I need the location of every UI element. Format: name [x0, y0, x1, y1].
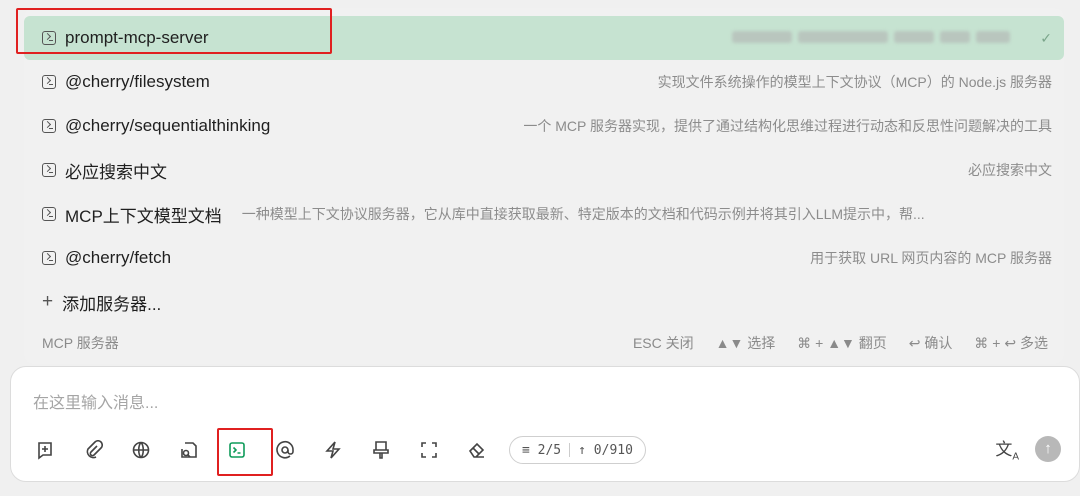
hint-select: ▲▼ 选择 [715, 335, 776, 351]
add-server-button[interactable]: + 添加服务器... [24, 280, 1064, 324]
web-search-icon[interactable] [123, 434, 159, 466]
mcp-item-filesystem[interactable]: @cherry/filesystem 实现文件系统操作的模型上下文协议（MCP）… [24, 60, 1064, 104]
terminal-icon [42, 207, 56, 221]
message-input-panel: 在这里输入消息... ≡ 2/5 ↑ 0/910 文A ↑ [10, 366, 1080, 482]
mcp-item-desc: 用于获取 URL 网页内容的 MCP 服务器 [810, 250, 1052, 266]
knowledge-base-icon[interactable] [171, 434, 207, 466]
mcp-item-context-docs[interactable]: MCP上下文模型文档 一种模型上下文协议服务器，它从库中直接获取最新、特定版本的… [24, 192, 1064, 236]
quick-phrase-icon[interactable] [315, 434, 351, 466]
new-topic-icon[interactable] [27, 434, 63, 466]
mcp-item-bing-search[interactable]: 必应搜索中文 必应搜索中文 [24, 148, 1064, 192]
translate-icon[interactable]: 文A [995, 435, 1019, 462]
mcp-item-prompt-mcp-server[interactable]: prompt-mcp-server ✓ [24, 16, 1064, 60]
terminal-icon [42, 163, 56, 177]
mcp-item-desc: 一个 MCP 服务器实现，提供了通过结构化思维过程进行动态和反思性问题解决的工具 [523, 118, 1052, 134]
mcp-item-desc: 必应搜索中文 [968, 162, 1052, 178]
attachment-icon[interactable] [75, 434, 111, 466]
mcp-server-icon[interactable] [219, 434, 255, 466]
mcp-item-name: prompt-mcp-server [65, 28, 209, 47]
mention-icon[interactable] [267, 434, 303, 466]
expand-icon[interactable] [411, 434, 447, 466]
mcp-item-name: @cherry/sequentialthinking [65, 116, 271, 135]
check-icon: ✓ [1040, 29, 1052, 46]
blurred-description [732, 31, 1032, 45]
terminal-icon [42, 75, 56, 89]
token-count: 0/910 [593, 442, 633, 458]
token-counter[interactable]: ≡ 2/5 ↑ 0/910 [509, 436, 646, 464]
hint-confirm: ↩ 确认 [908, 335, 953, 351]
mcp-item-name: MCP上下文模型文档 [65, 206, 222, 226]
popup-footer: MCP 服务器 ESC 关闭 ▲▼ 选择 ⌘ + ▲▼ 翻页 ↩ 确认 ⌘ + … [24, 324, 1064, 362]
mcp-item-name: @cherry/fetch [65, 248, 172, 267]
eraser-icon[interactable] [459, 434, 495, 466]
mcp-server-popup: prompt-mcp-server ✓ @cherry/filesystem 实… [24, 8, 1064, 364]
mcp-item-fetch[interactable]: @cherry/fetch 用于获取 URL 网页内容的 MCP 服务器 [24, 236, 1064, 280]
input-toolbar: ≡ 2/5 ↑ 0/910 [27, 433, 646, 467]
send-icon[interactable]: ↑ [1035, 435, 1061, 462]
mcp-item-desc: 一种模型上下文协议服务器，它从库中直接获取最新、特定版本的文档和代码示例并将其引… [241, 206, 925, 222]
keyboard-hints: ESC 关闭 ▲▼ 选择 ⌘ + ▲▼ 翻页 ↩ 确认 ⌘ + ↩ 多选 [633, 333, 1048, 353]
terminal-icon [42, 251, 56, 265]
mcp-item-name: @cherry/filesystem [65, 72, 210, 91]
mcp-item-desc: 实现文件系统操作的模型上下文协议（MCP）的 Node.js 服务器 [657, 74, 1052, 90]
clear-icon[interactable] [363, 434, 399, 466]
counter-divider [569, 443, 571, 457]
message-input[interactable]: 在这里输入消息... [33, 389, 158, 413]
terminal-icon [42, 119, 56, 133]
mcp-item-sequentialthinking[interactable]: @cherry/sequentialthinking 一个 MCP 服务器实现，… [24, 104, 1064, 148]
context-icon: ≡ [522, 442, 538, 458]
footer-title: MCP 服务器 [42, 335, 119, 351]
input-right-tools: 文A ↑ [995, 435, 1061, 462]
terminal-icon [42, 31, 56, 45]
plus-icon: + [42, 291, 54, 312]
hint-multi: ⌘ + ↩ 多选 [974, 335, 1048, 351]
add-server-label: 添加服务器... [62, 294, 162, 314]
hint-close: ESC 关闭 [632, 335, 694, 351]
hint-page: ⌘ + ▲▼ 翻页 [797, 335, 887, 351]
context-count: 2/5 [537, 442, 562, 458]
mcp-item-name: 必应搜索中文 [65, 162, 167, 182]
arrow-up-icon: ↑ [578, 442, 594, 458]
